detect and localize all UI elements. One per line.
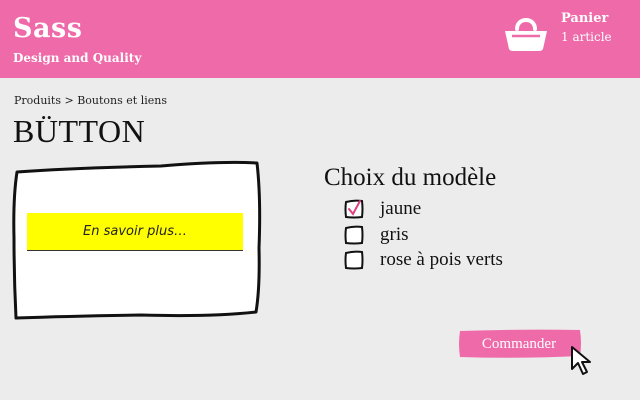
order-button[interactable]: Commander [458,329,583,359]
option-jaune[interactable]: jaune [344,198,421,220]
option-gris[interactable]: gris [344,224,409,246]
header-bar: Sass Design and Quality Panier 1 article [0,0,640,78]
checkbox-checked-icon[interactable] [344,199,364,219]
breadcrumb[interactable]: Produits > Boutons et liens [14,94,167,107]
cart-label[interactable]: Panier [561,11,608,26]
checkbox-icon[interactable] [344,225,364,245]
brand-logo[interactable]: Sass [13,14,82,44]
option-label: rose à pois verts [380,249,503,270]
basket-icon[interactable] [503,13,549,53]
brand-tagline: Design and Quality [13,51,142,65]
option-label: gris [380,224,409,245]
checkbox-icon[interactable] [344,250,364,270]
order-button-label: Commander [481,336,557,352]
option-rose-a-pois-verts[interactable]: rose à pois verts [344,249,503,271]
option-label: jaune [380,198,422,219]
page-title: BÜTTON [13,113,146,149]
mouse-cursor-icon [571,346,591,375]
cart-count: 1 article [561,30,612,44]
options-title: Choix du modèle [324,164,497,191]
learn-more-button[interactable]: En savoir plus… [27,213,243,251]
